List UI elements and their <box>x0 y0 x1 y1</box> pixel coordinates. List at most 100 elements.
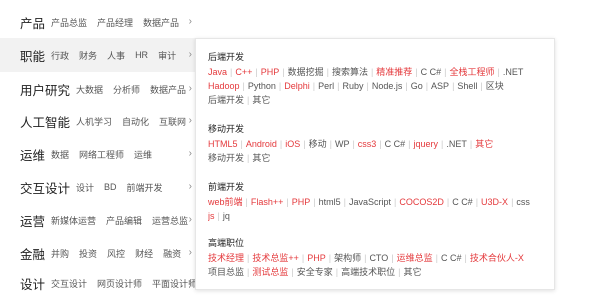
category-sub-link[interactable]: 分析师 <box>113 83 140 96</box>
category-row[interactable]: 人工智能 人机学习 自动化 互联网 › <box>0 104 200 138</box>
category-sub-link[interactable]: 交互设计 <box>51 277 87 290</box>
category-label[interactable]: 设计 <box>20 274 45 293</box>
category-sub-link[interactable]: 网络工程师 <box>79 148 124 161</box>
category-label[interactable]: 运营 <box>20 211 45 230</box>
job-tag-link[interactable]: web前端 <box>208 197 243 207</box>
job-tag-link[interactable]: Ruby <box>342 81 363 91</box>
category-row[interactable]: 交互设计 设计 BD 前端开发 › <box>0 170 200 204</box>
job-tag-link[interactable]: 区块 <box>486 81 504 91</box>
category-sub-link[interactable]: 行政 <box>51 49 69 62</box>
category-label[interactable]: 人工智能 <box>20 112 70 131</box>
category-row[interactable]: 职能 行政 财务 人事 HR 审计 › <box>0 38 200 72</box>
job-tag-link[interactable]: Python <box>248 81 276 91</box>
job-tag-link[interactable]: COCOS2D <box>399 197 444 207</box>
job-tag-link[interactable]: 精准推荐 <box>376 67 412 77</box>
category-sub-link[interactable]: 运维 <box>134 148 152 161</box>
category-sub-link[interactable]: 投资 <box>79 247 97 260</box>
category-sub-link[interactable]: 自动化 <box>122 115 149 128</box>
category-label[interactable]: 运维 <box>20 145 45 164</box>
job-tag-link[interactable]: jquery <box>414 139 439 149</box>
job-tag-link[interactable]: C++ <box>235 67 252 77</box>
category-sub-link[interactable]: 风控 <box>107 247 125 260</box>
category-sub-link[interactable]: 人机学习 <box>76 115 112 128</box>
job-tag-link[interactable]: C C# <box>441 253 462 263</box>
job-tag-link[interactable]: 高端技术职位 <box>341 267 395 277</box>
category-sub-link[interactable]: 互联网 <box>159 115 186 128</box>
job-tag-link[interactable]: C C# <box>421 67 442 77</box>
category-label[interactable]: 金融 <box>20 244 45 263</box>
category-sub-link[interactable]: 设计 <box>76 181 94 194</box>
category-sub-link[interactable]: 运营总监 <box>152 214 188 227</box>
category-sub-link[interactable]: 新媒体运营 <box>51 214 96 227</box>
job-tag-link[interactable]: 移动开发 <box>208 153 244 163</box>
job-tag-link[interactable]: js <box>208 211 215 221</box>
job-tag-link[interactable]: 运维总监 <box>397 253 433 263</box>
job-tag-link[interactable]: Perl <box>318 81 334 91</box>
job-tag-link[interactable]: PHP <box>292 197 311 207</box>
category-sub-link[interactable]: 前端开发 <box>127 181 163 194</box>
job-tag-link[interactable]: PHP <box>307 253 326 263</box>
job-tag-link[interactable]: 其它 <box>475 139 493 149</box>
category-sub-link[interactable]: 并购 <box>51 247 69 260</box>
job-tag-link[interactable]: ASP <box>431 81 449 91</box>
job-tag-link[interactable]: C C# <box>452 197 473 207</box>
job-tag-link[interactable]: 项目总监 <box>208 267 244 277</box>
category-sub-link[interactable]: 财经 <box>135 247 153 260</box>
job-tag-link[interactable]: 移动 <box>309 139 327 149</box>
category-sub-link[interactable]: 人事 <box>107 49 125 62</box>
category-sub-link[interactable]: 财务 <box>79 49 97 62</box>
category-sub-link[interactable]: 产品经理 <box>97 16 133 29</box>
job-tag-link[interactable]: 技术经理 <box>208 253 244 263</box>
job-tag-link[interactable]: 安全专家 <box>297 267 333 277</box>
job-tag-link[interactable]: 架构师 <box>334 253 361 263</box>
category-sub-link[interactable]: 产品总监 <box>51 16 87 29</box>
job-tag-link[interactable]: Node.js <box>372 81 403 91</box>
job-tag-link[interactable]: 其它 <box>403 267 421 277</box>
category-row[interactable]: 金融 并购 投资 风控 财经 融资 › <box>0 236 200 270</box>
job-tag-link[interactable]: 其它 <box>252 95 270 105</box>
category-row[interactable]: 设计 交互设计 网页设计师 平面设计师 › <box>0 266 200 300</box>
category-label[interactable]: 职能 <box>20 46 45 65</box>
job-tag-link[interactable]: Flash++ <box>251 197 284 207</box>
category-label[interactable]: 用户研究 <box>20 80 70 99</box>
category-row[interactable]: 运营 新媒体运营 产品编辑 运营总监 › <box>0 203 200 237</box>
job-tag-link[interactable]: 技术总监++ <box>252 253 299 263</box>
category-sub-link[interactable]: 数据产品 <box>150 83 186 96</box>
category-sub-link[interactable]: 审计 <box>158 49 176 62</box>
category-sub-link[interactable]: 大数据 <box>76 83 103 96</box>
job-tag-link[interactable]: iOS <box>285 139 300 149</box>
category-label[interactable]: 交互设计 <box>20 178 70 197</box>
job-tag-link[interactable]: jq <box>223 211 230 221</box>
job-tag-link[interactable]: Hadoop <box>208 81 240 91</box>
category-sub-link[interactable]: 产品编辑 <box>106 214 142 227</box>
job-tag-link[interactable]: 全栈工程师 <box>450 67 495 77</box>
job-tag-link[interactable]: 后端开发 <box>208 95 244 105</box>
job-tag-link[interactable]: css3 <box>358 139 377 149</box>
category-sub-link[interactable]: BD <box>104 182 117 192</box>
job-tag-link[interactable]: 数据挖掘 <box>288 67 324 77</box>
job-tag-link[interactable]: Go <box>411 81 423 91</box>
job-tag-link[interactable]: U3D-X <box>481 197 508 207</box>
job-tag-link[interactable]: 搜索算法 <box>332 67 368 77</box>
category-row[interactable]: 产品 产品总监 产品经理 数据产品 › <box>0 5 200 39</box>
category-sub-link[interactable]: HR <box>135 50 148 60</box>
category-row[interactable]: 用户研究 大数据 分析师 数据产品 › <box>0 72 200 106</box>
category-sub-link[interactable]: 数据产品 <box>143 16 179 29</box>
job-tag-link[interactable]: .NET <box>446 139 467 149</box>
category-sub-link[interactable]: 融资 <box>163 247 181 260</box>
job-tag-link[interactable]: css <box>516 197 530 207</box>
category-label[interactable]: 产品 <box>20 13 45 32</box>
job-tag-link[interactable]: C C# <box>385 139 406 149</box>
job-tag-link[interactable]: HTML5 <box>208 139 238 149</box>
job-tag-link[interactable]: JavaScript <box>349 197 391 207</box>
job-tag-link[interactable]: 技术合伙人-X <box>470 253 524 263</box>
job-tag-link[interactable]: Shell <box>457 81 477 91</box>
category-sub-link[interactable]: 数据 <box>51 148 69 161</box>
job-tag-link[interactable]: Android <box>246 139 277 149</box>
job-tag-link[interactable]: html5 <box>319 197 341 207</box>
job-tag-link[interactable]: PHP <box>261 67 280 77</box>
category-sub-link[interactable]: 网页设计师 <box>97 277 142 290</box>
job-tag-link[interactable]: Java <box>208 67 227 77</box>
job-tag-link[interactable]: Delphi <box>284 81 310 91</box>
category-row[interactable]: 运维 数据 网络工程师 运维 › <box>0 137 200 171</box>
